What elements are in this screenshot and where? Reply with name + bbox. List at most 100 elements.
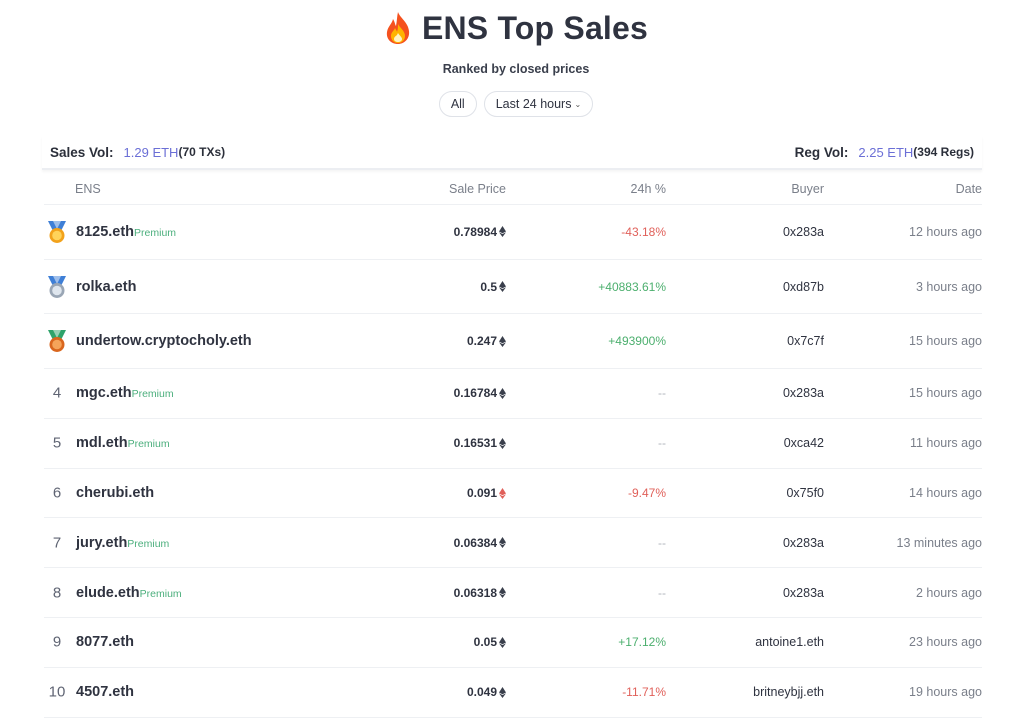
sale-date: 2 hours ago — [915, 585, 982, 600]
table-row[interactable]: 8 elude.eth Premium 0.06318 -- 0x283a 2 … — [44, 568, 982, 619]
eth-icon — [499, 387, 506, 399]
table-header: ENS Sale Price 24h % Buyer Date — [44, 176, 982, 205]
change-24h: -- — [658, 535, 666, 550]
sale-price: 0.06384 — [454, 536, 506, 550]
ens-name-cell: 4507.eth — [76, 684, 134, 700]
header-date: Date — [955, 182, 982, 196]
premium-badge: Premium — [127, 537, 170, 550]
sale-price-value: 0.16531 — [453, 436, 497, 451]
table-row[interactable]: 6 cherubi.eth 0.091 -9.47% 0x75f0 14 hou… — [44, 469, 982, 519]
page-title: ENS Top Sales — [421, 9, 649, 46]
ens-name-link[interactable]: undertow.cryptocholy.eth — [76, 333, 252, 349]
buyer-link[interactable]: britneybjj.eth — [753, 685, 824, 699]
rank-number: 8 — [52, 584, 62, 602]
sale-date: 13 minutes ago — [896, 535, 982, 550]
ens-name-link[interactable]: mdl.eth — [76, 435, 128, 451]
header-ens: ENS — [75, 182, 101, 196]
ens-name-cell: mgc.eth Premium — [76, 385, 174, 401]
table-row[interactable]: undertow.cryptocholy.eth 0.247 +493900% … — [44, 314, 982, 370]
sale-price-value: 0.5 — [480, 279, 497, 294]
ens-name-link[interactable]: cherubi.eth — [76, 485, 154, 501]
eth-icon — [499, 226, 506, 238]
sale-price-value: 0.06384 — [453, 535, 497, 550]
rank-number: 5 — [52, 434, 62, 452]
change-24h: +40883.61% — [598, 279, 666, 294]
silver-medal-icon — [48, 275, 66, 298]
buyer-link[interactable]: 0x75f0 — [786, 486, 824, 500]
buyer-link[interactable]: 0x7c7f — [787, 334, 824, 348]
ens-name-link[interactable]: 8125.eth — [76, 224, 134, 240]
table-row[interactable]: 8125.eth Premium 0.78984 -43.18% 0x283a … — [44, 205, 982, 260]
stats-bar: Sales Vol: 1.29 ETH (70 TXs) Reg Vol: 2.… — [42, 136, 982, 170]
sale-price: 0.06318 — [454, 586, 506, 600]
table-row[interactable]: 10 4507.eth 0.049 -11.71% britneybjj.eth… — [44, 668, 982, 718]
sale-price: 0.049 — [467, 685, 506, 699]
sales-volume-value: 1.29 ETH — [123, 144, 179, 160]
table-row[interactable]: 7 jury.eth Premium 0.06384 -- 0x283a 13 … — [44, 518, 982, 569]
table-row[interactable]: 9 8077.eth 0.05 +17.12% antoine1.eth 23 … — [44, 618, 982, 668]
ens-name-link[interactable]: 8077.eth — [76, 634, 134, 650]
ens-name-cell: mdl.eth Premium — [76, 435, 170, 451]
bronze-medal-icon — [48, 330, 66, 353]
period-dropdown[interactable]: Last 24 hours ⌄ — [483, 91, 594, 117]
sale-date: 11 hours ago — [909, 436, 982, 451]
table-row[interactable]: 5 mdl.eth Premium 0.16531 -- 0xca42 11 h… — [44, 419, 982, 469]
rank-number: 10 — [48, 683, 66, 701]
header-buyer: Buyer — [791, 182, 824, 196]
buyer-link[interactable]: 0xca42 — [784, 436, 824, 450]
reg-volume: Reg Vol: 2.25 ETH (394 Regs) — [795, 145, 974, 160]
ens-name-cell: rolka.eth — [76, 279, 136, 295]
change-24h: +17.12% — [618, 635, 666, 650]
premium-badge: Premium — [139, 587, 182, 600]
reg-volume-value: 2.25 ETH — [858, 144, 914, 160]
change-24h: -43.18% — [621, 224, 666, 239]
buyer-link[interactable]: 0xd87b — [783, 280, 824, 294]
ens-name-link[interactable]: 4507.eth — [76, 684, 134, 700]
ens-name-cell: 8077.eth — [76, 634, 134, 650]
rank-number: 9 — [52, 633, 62, 651]
fire-icon — [386, 12, 410, 44]
gold-medal-icon — [48, 220, 66, 243]
ens-name-cell: jury.eth Premium — [76, 535, 169, 551]
eth-icon — [499, 487, 506, 499]
change-24h: -11.71% — [622, 685, 666, 700]
rank-number: 6 — [52, 484, 62, 502]
sale-date: 14 hours ago — [909, 486, 982, 501]
sale-price: 0.091 — [467, 486, 506, 500]
change-24h: -- — [658, 585, 666, 600]
filter-all-button[interactable]: All — [438, 91, 477, 117]
table-row[interactable]: rolka.eth 0.5 +40883.61% 0xd87b 3 hours … — [44, 260, 982, 315]
eth-icon — [499, 537, 506, 549]
chevron-down-icon: ⌄ — [574, 99, 582, 109]
header-sale-price[interactable]: Sale Price — [449, 182, 506, 196]
buyer-link[interactable]: 0x283a — [783, 386, 824, 400]
ens-name-link[interactable]: rolka.eth — [76, 279, 136, 295]
ens-name-link[interactable]: elude.eth — [76, 585, 140, 601]
sale-price: 0.16531 — [454, 436, 506, 450]
filter-bar: All Last 24 hours ⌄ — [0, 91, 1032, 117]
sales-count: (70 TXs) — [178, 145, 226, 159]
sale-date: 19 hours ago — [909, 685, 982, 700]
header-24h-change: 24h % — [630, 182, 666, 196]
buyer-link[interactable]: 0x283a — [783, 225, 824, 239]
eth-icon — [499, 335, 506, 347]
sale-price-value: 0.06318 — [453, 585, 497, 600]
buyer-link[interactable]: antoine1.eth — [755, 635, 824, 649]
sales-volume-label: Sales Vol: — [50, 144, 114, 160]
sale-price: 0.247 — [467, 334, 506, 348]
sale-price: 0.5 — [480, 280, 506, 294]
period-label: Last 24 hours — [495, 97, 572, 111]
reg-count: (394 Regs) — [913, 145, 974, 159]
sale-date: 12 hours ago — [909, 224, 982, 239]
ens-name-link[interactable]: mgc.eth — [76, 385, 132, 401]
sale-price-value: 0.78984 — [453, 224, 497, 239]
title-row: ENS Top Sales — [0, 6, 1032, 50]
buyer-link[interactable]: 0x283a — [783, 536, 824, 550]
buyer-link[interactable]: 0x283a — [783, 586, 824, 600]
ens-name-link[interactable]: jury.eth — [76, 535, 127, 551]
table-row[interactable]: 4 mgc.eth Premium 0.16784 -- 0x283a 15 h… — [44, 369, 982, 419]
rank-number: 7 — [52, 534, 62, 552]
ens-name-cell: undertow.cryptocholy.eth — [76, 333, 252, 349]
rank-number: 4 — [52, 384, 62, 402]
sales-table-body: 8125.eth Premium 0.78984 -43.18% 0x283a … — [44, 205, 982, 718]
